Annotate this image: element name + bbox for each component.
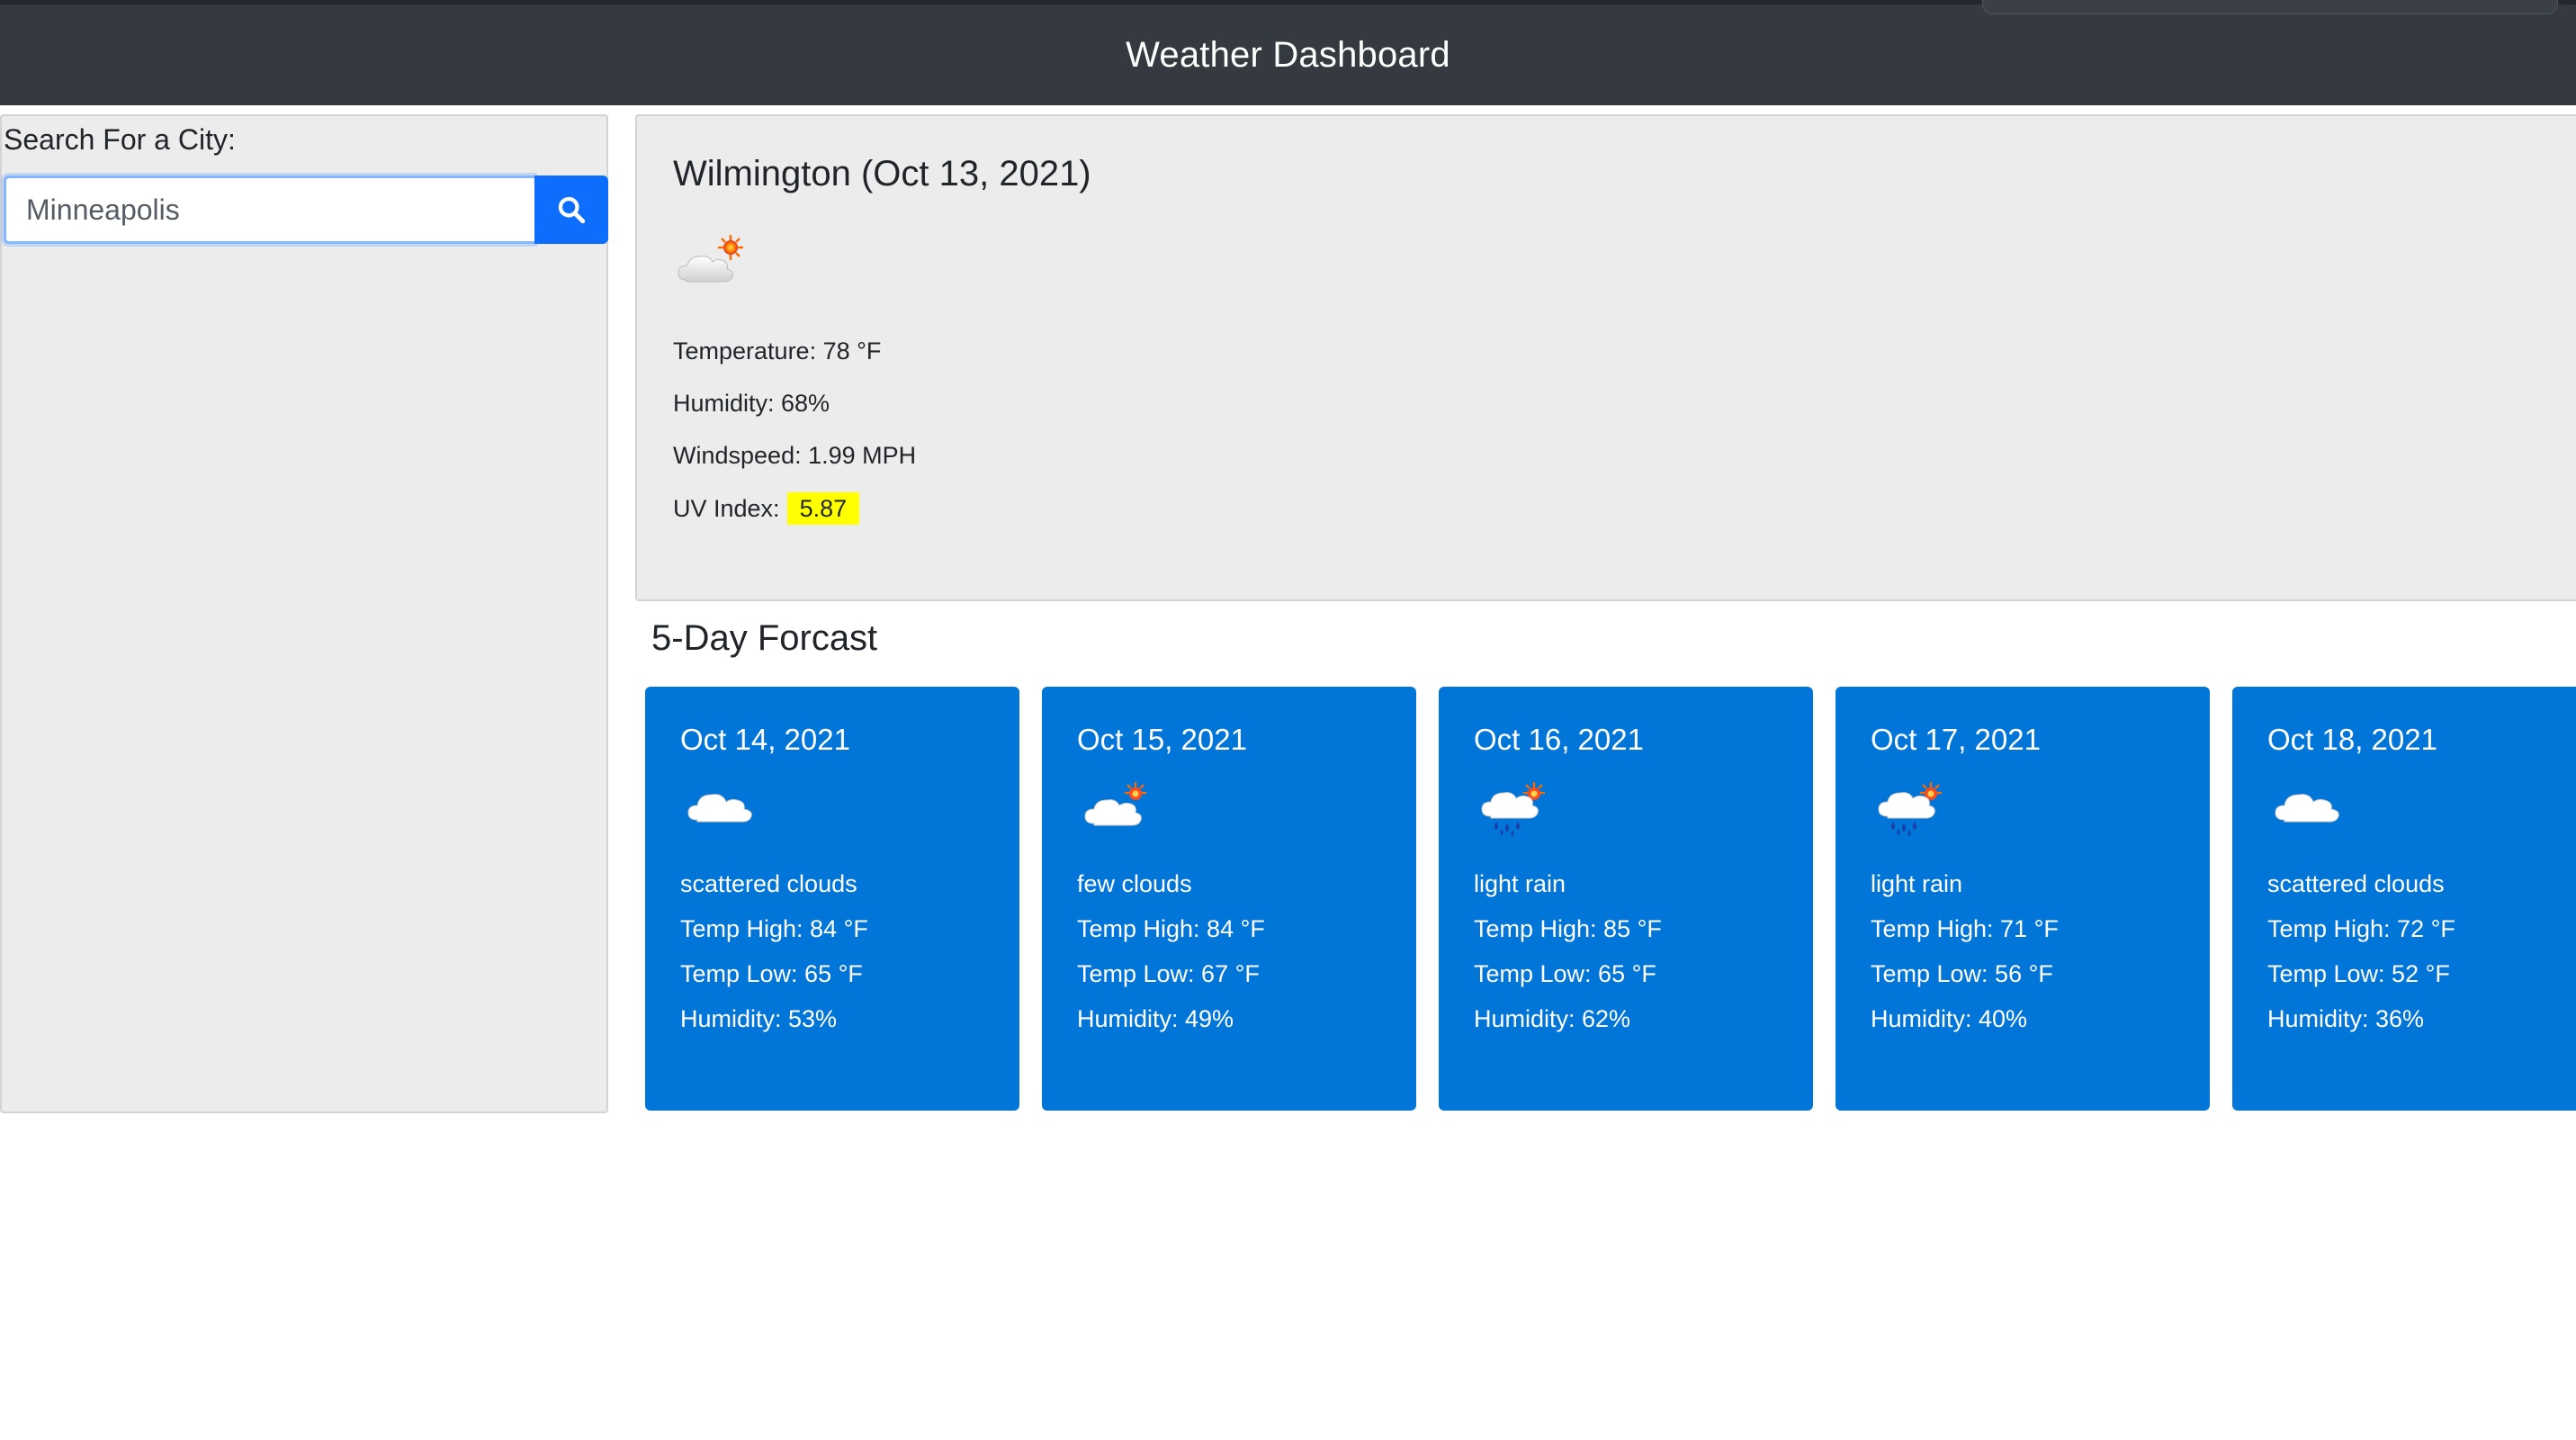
forecast-temp-low: Temp Low: 67 °F [1077,960,1260,987]
forecast-card: Oct 17, 2021 light rain Temp High: 71 °F… [1836,687,2210,1111]
scattered-clouds-icon [687,780,755,830]
forecast-temp-low: Temp Low: 65 °F [1474,960,1656,987]
forecast-date: Oct 18, 2021 [2267,723,2437,756]
current-uv-row: UV Index: 5.87 [673,492,860,525]
forecast-card: Oct 16, 2021 light rain Temp High: 85 °F… [1439,687,1813,1111]
light-rain-day-icon [1877,780,1949,842]
uv-label: UV Index: [673,495,780,522]
forecast-temp-high: Temp High: 84 °F [1077,915,1265,942]
search-sidebar: Search For a City: [0,114,608,1113]
forecast-date: Oct 16, 2021 [1474,723,1644,756]
forecast-date: Oct 14, 2021 [680,723,850,756]
current-city-title: Wilmington (Oct 13, 2021) [673,154,1091,194]
forecast-card: Oct 14, 2021 scattered clouds Temp High:… [645,687,1019,1111]
current-weather-panel: Wilmington (Oct 13, 2021) Temperature: 7… [635,114,2576,601]
forecast-temp-high: Temp High: 71 °F [1871,915,2059,942]
forecast-temp-high: Temp High: 72 °F [2267,915,2455,942]
search-button[interactable] [534,176,608,244]
forecast-humidity: Humidity: 36% [2267,1005,2425,1032]
few-clouds-day-icon [1083,780,1155,835]
forecast-date: Oct 15, 2021 [1077,723,1247,756]
forecast-description: light rain [1474,870,1566,897]
current-windspeed: Windspeed: 1.99 MPH [673,442,917,469]
forecast-humidity: Humidity: 62% [1474,1005,1631,1032]
forecast-humidity: Humidity: 40% [1871,1005,2028,1032]
search-label: Search For a City: [4,123,236,156]
top-navbar: Weather Dashboard [0,0,2576,105]
forecast-temp-high: Temp High: 85 °F [1474,915,1662,942]
browser-overlay-bar [1982,0,2558,14]
forecast-temp-low: Temp Low: 56 °F [1871,960,2053,987]
forecast-humidity: Humidity: 49% [1077,1005,1234,1032]
scattered-clouds-icon [2274,780,2342,830]
current-humidity: Humidity: 68% [673,390,830,417]
city-search-input[interactable] [4,176,534,244]
light-rain-day-icon [1480,780,1552,842]
forecast-date: Oct 17, 2021 [1871,723,2041,756]
forecast-temp-high: Temp High: 84 °F [680,915,868,942]
few-clouds-day-icon [675,231,756,297]
uv-index-badge: 5.87 [786,492,860,525]
current-temperature: Temperature: 78 °F [673,338,882,364]
forecast-description: scattered clouds [680,870,857,897]
forecast-temp-low: Temp Low: 65 °F [680,960,863,987]
forecast-card: Oct 15, 2021 few clouds Temp High: 84 °F… [1042,687,1416,1111]
forecast-description: scattered clouds [2267,870,2445,897]
search-icon [558,196,586,224]
forecast-temp-low: Temp Low: 52 °F [2267,960,2450,987]
search-group [4,176,608,244]
forecast-description: few clouds [1077,870,1192,897]
forecast-heading: 5-Day Forcast [651,618,878,658]
forecast-card: Oct 18, 2021 scattered clouds Temp High:… [2232,687,2576,1111]
forecast-humidity: Humidity: 53% [680,1005,838,1032]
page-title: Weather Dashboard [1126,34,1450,75]
forecast-description: light rain [1871,870,1963,897]
